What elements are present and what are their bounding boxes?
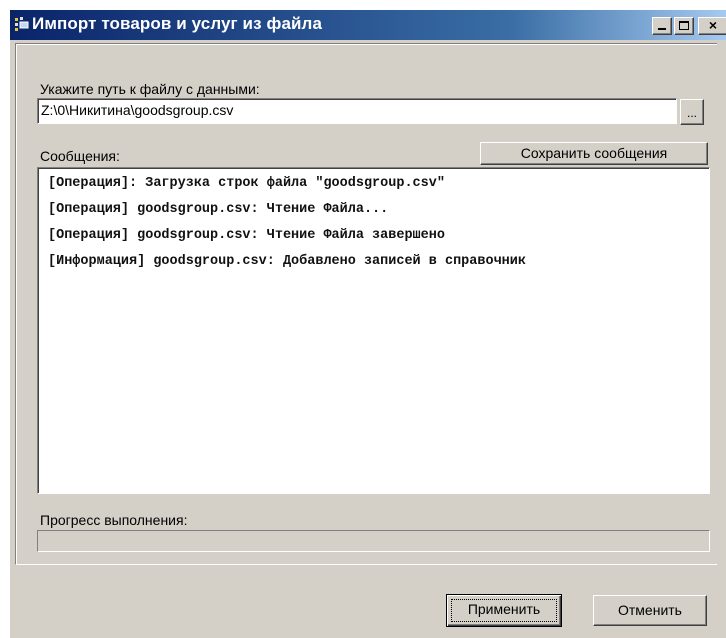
messages-log[interactable]: [Операция]: Загрузка строк файла "goodsg… — [37, 167, 710, 494]
maximize-icon — [679, 21, 689, 30]
log-line: [Информация] goodsgroup.csv: Добавлено з… — [48, 254, 526, 269]
log-line: [Операция] goodsgroup.csv: Чтение Файла.… — [48, 202, 389, 217]
window-title: Импорт товаров и услуг из файла — [32, 14, 323, 33]
browse-button[interactable]: ... — [680, 99, 704, 125]
progress-bar — [37, 530, 710, 552]
save-messages-button[interactable]: Сохранить сообщения — [480, 142, 708, 165]
close-button[interactable]: × — [698, 17, 726, 35]
maximize-button[interactable] — [674, 17, 694, 35]
app-icon — [14, 16, 30, 34]
title-bar[interactable]: Импорт товаров и услуг из файла × — [10, 10, 726, 40]
messages-label: Сообщения: — [40, 148, 120, 164]
progress-label: Прогресс выполнения: — [40, 512, 188, 528]
minimize-icon — [658, 28, 666, 30]
cancel-button[interactable]: Отменить — [593, 595, 707, 626]
file-path-label: Укажите путь к файлу с данными: — [40, 81, 260, 97]
apply-button-label: Применить — [467, 601, 541, 617]
file-path-input[interactable]: Z:\0\Никитина\goodsgroup.csv — [37, 98, 677, 124]
log-line: [Операция] goodsgroup.csv: Чтение Файла … — [48, 228, 445, 243]
close-icon: × — [708, 17, 718, 33]
apply-button[interactable]: Применить — [446, 594, 562, 627]
minimize-button[interactable] — [652, 17, 672, 35]
log-line: [Операция]: Загрузка строк файла "goodsg… — [48, 176, 445, 191]
